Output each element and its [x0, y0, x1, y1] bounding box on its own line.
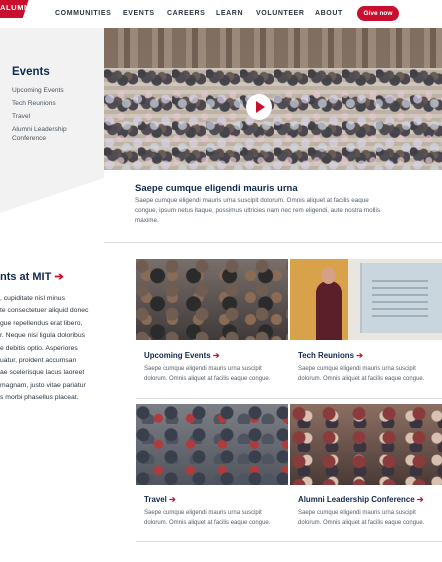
card-description: Saepe cumque eligendi mauris urna suscip…: [298, 366, 425, 382]
sidebar-item-travel[interactable]: Travel: [12, 110, 82, 123]
logo-text: ALUMNI: [0, 3, 30, 12]
card-title-text: Travel: [144, 495, 167, 504]
card-title-upcoming-events[interactable]: Upcoming Events ➔: [144, 351, 219, 360]
nav-careers[interactable]: CAREERS: [167, 10, 205, 17]
nav-volunteer[interactable]: VOLUNTEER: [256, 10, 305, 17]
sidebar-nav: Upcoming Events Tech Reunions Travel Alu…: [12, 84, 82, 143]
card-title-text: Alumni Leadership Conference: [298, 495, 415, 504]
arrow-right-icon: ➔: [356, 351, 363, 360]
section-line: magnam, justo vitae pariatur: [0, 381, 86, 389]
card-title-text: Tech Reunions: [298, 351, 354, 360]
hero-title[interactable]: Saepe cumque eligendi mauris urna: [135, 183, 298, 194]
arrow-right-icon: ➔: [169, 495, 176, 504]
site-header: ALUMNI COMMUNITIES EVENTS CAREERS LEARN …: [0, 0, 442, 28]
card-image-alumni-leadership-conference[interactable]: [290, 404, 442, 485]
section-line: e debitis optio. Asperiores: [0, 344, 78, 352]
alumni-logo[interactable]: ALUMNI: [0, 0, 30, 18]
card-title-tech-reunions[interactable]: Tech Reunions ➔: [298, 351, 363, 360]
arrow-right-icon: ➔: [54, 271, 64, 283]
section-line: s morbi phasellus placeat.: [0, 394, 79, 402]
arrow-right-icon: ➔: [416, 495, 424, 504]
section-line: gue repellendus erat libero,: [0, 319, 83, 327]
divider: [136, 541, 442, 542]
section-line: , cupiditate nisl minus: [0, 295, 65, 302]
section-body: , cupiditate nisl minus te consectetuer …: [0, 293, 106, 405]
hero-crowd-highlights: [104, 88, 442, 170]
section-title-text: nts at MIT: [0, 271, 52, 283]
hero-video[interactable]: [104, 28, 442, 170]
card-description: Saepe cumque eligendi mauris urna suscip…: [298, 510, 425, 526]
sidebar-item-tech-reunions[interactable]: Tech Reunions: [12, 97, 82, 110]
section-title[interactable]: nts at MIT ➔: [0, 270, 64, 283]
card-title-travel[interactable]: Travel ➔: [144, 495, 176, 504]
hero-description: Saepe cumque eligendi mauris urna suscip…: [135, 197, 381, 225]
divider: [104, 242, 442, 243]
card-title-alumni-leadership-conference[interactable]: Alumni Leadership Conference ➔: [298, 495, 423, 504]
card-image-upcoming-events[interactable]: [136, 259, 288, 340]
speaker-figure: [316, 267, 342, 340]
nav-learn[interactable]: LEARN: [216, 10, 243, 17]
section-line: ae scelerisque lacus laoreet: [0, 369, 85, 377]
arrow-right-icon: ➔: [212, 351, 220, 360]
divider: [136, 398, 442, 399]
section-line: r. Neque nisi ligula doloribus: [0, 332, 86, 340]
sidebar-item-upcoming-events[interactable]: Upcoming Events: [12, 84, 82, 97]
sidebar-item-alumni-leadership-conference[interactable]: Alumni Leadership Conference: [12, 126, 82, 143]
card-title-text: Upcoming Events: [144, 351, 211, 360]
card-image-travel[interactable]: [136, 404, 288, 485]
card-description: Saepe cumque eligendi mauris urna suscip…: [144, 366, 271, 382]
play-icon[interactable]: [246, 94, 272, 120]
section-line: te consectetuer aliquid donec: [0, 307, 89, 315]
nav-communities[interactable]: COMMUNITIES: [55, 10, 111, 17]
nav-about[interactable]: ABOUT: [315, 10, 343, 17]
sidebar-title: Events: [12, 66, 50, 78]
section-line: uatur, proident accumsan: [0, 357, 77, 365]
card-image-tech-reunions[interactable]: [290, 259, 442, 340]
presentation-screen: [360, 263, 442, 333]
give-now-button[interactable]: Give now: [357, 6, 399, 21]
nav-events[interactable]: EVENTS: [123, 10, 155, 17]
card-description: Saepe cumque eligendi mauris urna suscip…: [144, 510, 271, 526]
